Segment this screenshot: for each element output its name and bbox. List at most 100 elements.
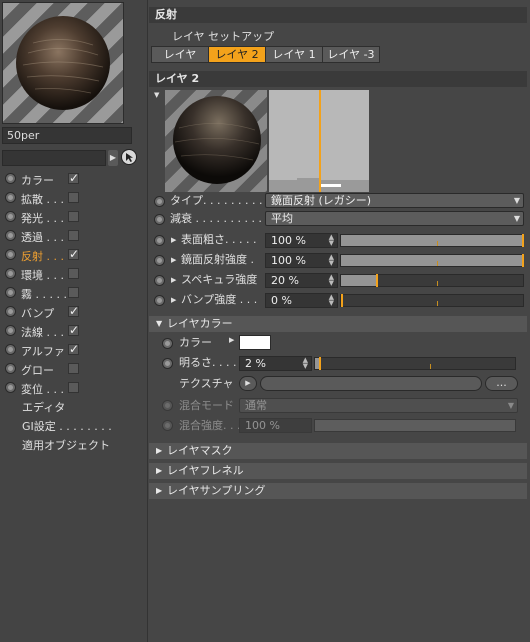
spinner-icon[interactable]: ▲ ▼: [303, 357, 308, 370]
slider-handle[interactable]: [376, 274, 378, 287]
channel-checkbox[interactable]: [68, 211, 79, 222]
channel-row[interactable]: 発光 . . .: [0, 208, 147, 227]
param-input[interactable]: 100 % ▲ ▼: [265, 253, 338, 268]
channel-checkbox[interactable]: ✓: [68, 343, 79, 355]
section-title: レイヤマスク: [167, 444, 233, 457]
channel-row[interactable]: 環境 . . .: [0, 265, 147, 284]
channel-anim-radio[interactable]: [5, 173, 16, 184]
channel-row[interactable]: 霧 . . . . .: [0, 284, 147, 303]
param-slider[interactable]: [340, 254, 524, 267]
channel-filter-field[interactable]: [2, 150, 106, 166]
param-slider[interactable]: [340, 274, 524, 287]
channel-anim-radio[interactable]: [5, 268, 16, 279]
layer-tab[interactable]: レイヤ 2: [208, 46, 266, 63]
channel-anim-radio[interactable]: [5, 230, 16, 241]
slider-handle[interactable]: [522, 234, 524, 247]
expand-triangle-icon[interactable]: ▶: [171, 253, 176, 267]
layer-tab[interactable]: レイヤ 1: [265, 46, 323, 63]
channel-anim-radio[interactable]: [5, 363, 16, 374]
channel-checkbox[interactable]: [68, 268, 79, 279]
blend-mode-dropdown[interactable]: 通常 ▼: [239, 398, 518, 413]
channel-anim-radio[interactable]: [5, 344, 16, 355]
brightness-input[interactable]: 2 % ▲ ▼: [239, 356, 312, 371]
param-anim-radio[interactable]: [154, 235, 165, 246]
channel-checkbox[interactable]: ✓: [68, 172, 79, 184]
sidebar-extra-item[interactable]: GI設定 . . . . . . . .: [22, 418, 112, 436]
material-preview[interactable]: [2, 2, 124, 124]
expand-triangle-icon[interactable]: ▶: [171, 233, 176, 247]
texture-field[interactable]: [260, 376, 482, 391]
color-swatch[interactable]: [239, 335, 271, 350]
param-input[interactable]: 100 % ▲ ▼: [265, 233, 338, 248]
param-anim-radio[interactable]: [154, 295, 165, 306]
spinner-icon[interactable]: ▲ ▼: [329, 254, 334, 267]
collapsed-section[interactable]: ▶ レイヤフレネル: [149, 463, 527, 479]
channel-anim-radio[interactable]: [5, 192, 16, 203]
channel-checkbox[interactable]: [68, 230, 79, 241]
param-slider[interactable]: [340, 234, 524, 247]
channel-checkbox[interactable]: [68, 382, 79, 393]
expand-triangle-icon[interactable]: ▶: [171, 293, 176, 307]
channel-checkbox[interactable]: [68, 192, 79, 203]
attenuation-anim-radio[interactable]: [154, 214, 165, 225]
spinner-icon[interactable]: ▲ ▼: [329, 234, 334, 247]
texture-browse-button[interactable]: ...: [485, 376, 518, 391]
channel-row[interactable]: バンプ ✓: [0, 303, 147, 322]
channel-anim-radio[interactable]: [5, 287, 16, 298]
channel-anim-radio[interactable]: [5, 306, 16, 317]
channel-checkbox[interactable]: [68, 363, 79, 374]
type-dropdown[interactable]: 鏡面反射 (レガシー) ▼: [265, 193, 524, 208]
channel-row[interactable]: 反射 . . . ✓: [0, 246, 147, 265]
channel-row[interactable]: 法線 . . . ✓: [0, 322, 147, 341]
channel-anim-radio[interactable]: [5, 325, 16, 336]
channel-anim-radio[interactable]: [5, 249, 16, 260]
channel-row[interactable]: グロー: [0, 360, 147, 379]
channel-checkbox[interactable]: ✓: [68, 305, 79, 317]
collapsed-section[interactable]: ▶ レイヤサンプリング: [149, 483, 527, 499]
blend-strength-input[interactable]: 100 %: [239, 418, 312, 433]
param-slider[interactable]: [340, 294, 524, 307]
channel-row[interactable]: 透過 . . .: [0, 227, 147, 246]
expand-triangle-icon[interactable]: ▶: [229, 336, 234, 344]
field-arrow-icon[interactable]: ▶: [108, 150, 118, 166]
channel-anim-radio[interactable]: [5, 211, 16, 222]
spinner-icon[interactable]: ▲ ▼: [329, 294, 334, 307]
blend-strength-slider[interactable]: [314, 419, 516, 432]
channel-checkbox[interactable]: ✓: [68, 324, 79, 336]
sidebar-extra-item[interactable]: エディタ: [22, 399, 65, 417]
sidebar-extra-item[interactable]: 適用オブジェクト: [22, 437, 110, 455]
channel-row[interactable]: カラー ✓: [0, 170, 147, 189]
param-input[interactable]: 0 % ▲ ▼: [265, 293, 338, 308]
layer-tab[interactable]: レイヤ: [151, 46, 209, 63]
material-name-field[interactable]: 50per: [2, 127, 132, 144]
channel-row[interactable]: 拡散 . . .: [0, 189, 147, 208]
blend-strength-anim-radio[interactable]: [162, 420, 173, 431]
channel-checkbox[interactable]: [68, 287, 79, 298]
collapsed-section[interactable]: ▶ レイヤマスク: [149, 443, 527, 459]
expand-triangle-icon[interactable]: ▶: [171, 273, 176, 287]
layer-color-section[interactable]: ▼ レイヤカラー: [149, 316, 527, 332]
channel-row[interactable]: アルファ ✓: [0, 341, 147, 360]
blend-mode-anim-radio[interactable]: [162, 400, 173, 411]
color-anim-radio[interactable]: [162, 338, 173, 349]
slider-handle[interactable]: [319, 357, 321, 370]
type-anim-radio[interactable]: [154, 196, 165, 207]
channel-checkbox[interactable]: ✓: [68, 248, 79, 260]
param-anim-radio[interactable]: [154, 255, 165, 266]
param-anim-radio[interactable]: [154, 275, 165, 286]
reflection-header: 反射: [149, 7, 527, 23]
spinner-icon[interactable]: ▲ ▼: [329, 274, 334, 287]
collapse-triangle-icon[interactable]: ▼: [154, 91, 159, 99]
channel-label: 反射 . . .: [21, 250, 64, 263]
attenuation-dropdown[interactable]: 平均 ▼: [265, 211, 524, 226]
channel-anim-radio[interactable]: [5, 382, 16, 393]
brightness-anim-radio[interactable]: [162, 358, 173, 369]
texture-menu-button[interactable]: ▶: [239, 376, 257, 391]
layer-tab[interactable]: レイヤ -3: [322, 46, 380, 63]
channel-row[interactable]: 変位 . . .: [0, 379, 147, 398]
brightness-slider[interactable]: [314, 357, 516, 370]
slider-handle[interactable]: [341, 294, 343, 307]
param-input[interactable]: 20 % ▲ ▼: [265, 273, 338, 288]
slider-handle[interactable]: [522, 254, 524, 267]
cursor-picker-icon[interactable]: [121, 149, 137, 165]
